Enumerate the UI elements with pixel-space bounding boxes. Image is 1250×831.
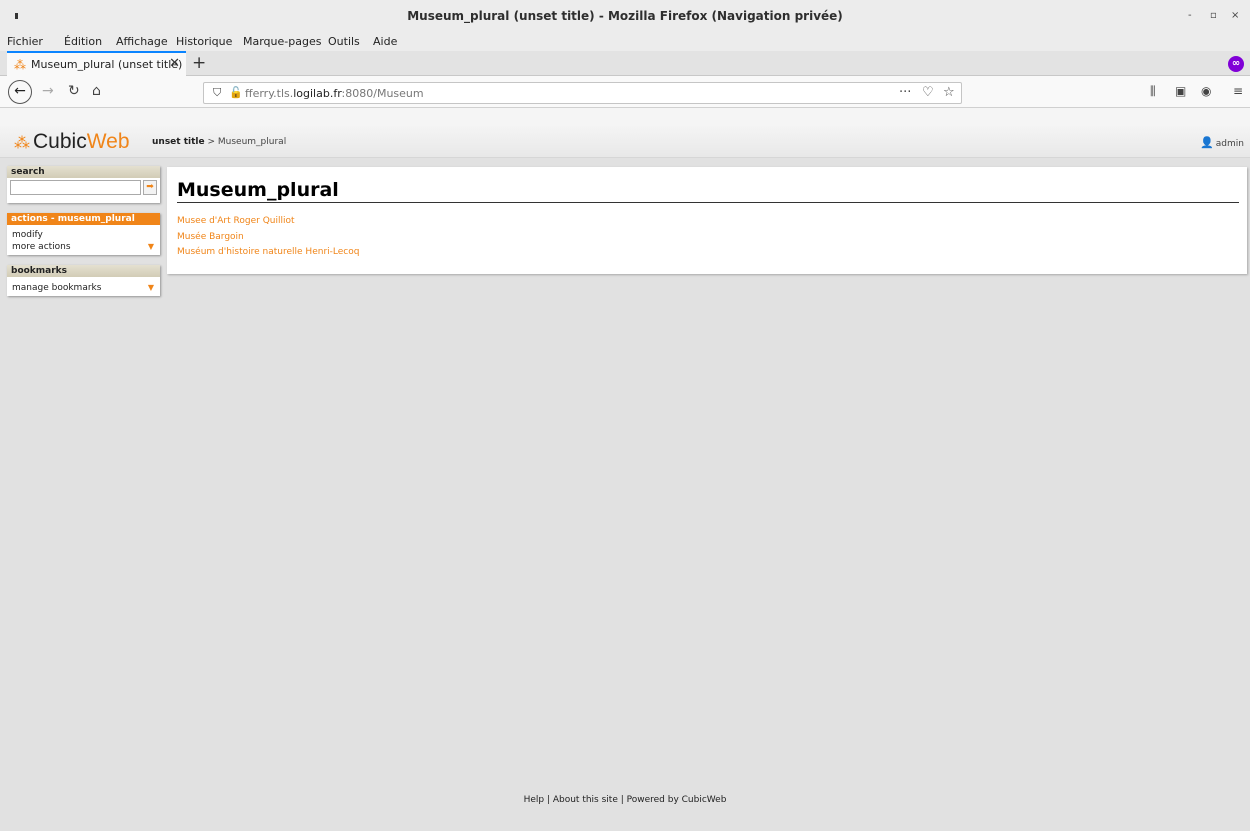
breadcrumb-root[interactable]: unset title [152, 137, 205, 147]
menu-fichier[interactable]: Fichier [7, 35, 43, 48]
menu-bar: Fichier Édition Affichage Historique Mar… [0, 33, 1250, 51]
pocket-icon[interactable]: ♡ [922, 85, 934, 100]
shield-icon[interactable]: ⛉ [213, 86, 221, 100]
hamburger-menu-icon[interactable]: ≡ [1233, 84, 1243, 98]
reload-icon[interactable]: ↻ [68, 83, 80, 99]
manage-bookmarks-label: manage bookmarks [12, 283, 102, 293]
library-icon[interactable]: ⫼ [1150, 84, 1156, 99]
user-menu[interactable]: 👤 admin [1200, 136, 1244, 149]
menu-affichage[interactable]: Affichage [116, 35, 168, 48]
search-box-title: search [7, 166, 160, 178]
actions-box-title: actions - museum_plural [7, 213, 160, 225]
new-tab-button[interactable]: + [192, 53, 206, 73]
user-name: admin [1215, 139, 1244, 149]
window-title: Museum_plural (unset title) - Mozilla Fi… [407, 9, 843, 23]
search-submit-button[interactable]: ➡ [143, 180, 157, 195]
menu-aide[interactable]: Aide [373, 35, 397, 48]
bookmarks-box-title: bookmarks [7, 265, 160, 277]
minimize-button[interactable]: - [1188, 10, 1192, 21]
action-modify[interactable]: modify [7, 229, 160, 241]
page-actions-icon[interactable]: ··· [899, 85, 911, 100]
tab-close-icon[interactable]: ✕ [169, 56, 180, 71]
footer[interactable]: Help | About this site | Powered by Cubi… [0, 795, 1250, 805]
bookmarks-box: bookmarks manage bookmarks ▼ [7, 265, 160, 296]
site-header: ⁂ CubicWeb unset title > Museum_plural 👤 a… [0, 126, 1250, 158]
museum-link[interactable]: Musee d'Art Roger Quilliot [177, 214, 359, 230]
more-actions-label: more actions [12, 242, 71, 252]
main-content: Museum_plural Musee d'Art Roger Quilliot… [167, 167, 1247, 274]
sidebar-icon[interactable]: ▣ [1175, 84, 1186, 98]
breadcrumb: unset title > Museum_plural [152, 137, 286, 147]
maximize-button[interactable]: ▫ [1210, 10, 1217, 21]
museum-list: Musee d'Art Roger Quilliot Musée Bargoin… [177, 214, 359, 261]
search-box: search ➡ [7, 166, 160, 203]
close-window-button[interactable]: × [1231, 10, 1239, 21]
manage-bookmarks[interactable]: manage bookmarks ▼ [7, 282, 160, 294]
cubicweb-favicon-icon: ⁂ [14, 58, 26, 72]
user-icon: 👤 [1200, 136, 1214, 149]
url-bar[interactable]: ⛉ 🔓 fferry.tls.logilab.fr:8080/Museum ··… [203, 82, 962, 104]
insecure-lock-icon[interactable]: 🔓 [229, 86, 243, 99]
back-button[interactable]: ← [8, 80, 32, 104]
actions-box: actions - museum_plural modify more acti… [7, 213, 160, 255]
tab-museum-plural[interactable]: ⁂ Museum_plural (unset title) ✕ [7, 51, 186, 76]
breadcrumb-current: Museum_plural [217, 137, 287, 147]
account-icon[interactable]: ◉ [1201, 84, 1211, 98]
museum-link[interactable]: Muséum d'histoire naturelle Henri-Lecoq [177, 245, 359, 261]
window-titlebar: Museum_plural (unset title) - Mozilla Fi… [0, 0, 1250, 33]
forward-icon[interactable]: → [42, 83, 54, 99]
chevron-down-icon: ▼ [147, 242, 154, 251]
menu-historique[interactable]: Historique [176, 35, 232, 48]
menu-edition[interactable]: Édition [64, 35, 102, 48]
museum-link[interactable]: Musée Bargoin [177, 230, 359, 246]
nav-bar: ← → ↻ ⌂ ⛉ 🔓 fferry.tls.logilab.fr:8080/M… [0, 76, 1250, 108]
action-more-actions[interactable]: more actions ▼ [7, 241, 160, 253]
bookmarks-toolbar [0, 108, 1250, 126]
tab-bar: ⁂ Museum_plural (unset title) ✕ + ∞ [0, 51, 1250, 76]
bookmark-star-icon[interactable]: ☆ [943, 85, 955, 100]
home-icon[interactable]: ⌂ [92, 83, 101, 99]
tab-label: Museum_plural (unset title) [31, 58, 183, 71]
page-title: Museum_plural [177, 179, 1239, 203]
breadcrumb-separator: > [207, 137, 216, 147]
cubicweb-logo-icon: ⁂ [14, 135, 30, 152]
menu-marque-pages[interactable]: Marque-pages [243, 35, 321, 48]
url-text: fferry.tls.logilab.fr:8080/Museum [245, 87, 424, 100]
cubicweb-logo[interactable]: ⁂ CubicWeb [14, 130, 130, 154]
private-browsing-icon: ∞ [1228, 56, 1244, 72]
menu-outils[interactable]: Outils [328, 35, 360, 48]
search-input[interactable] [10, 180, 141, 195]
chevron-down-icon: ▼ [147, 283, 154, 292]
